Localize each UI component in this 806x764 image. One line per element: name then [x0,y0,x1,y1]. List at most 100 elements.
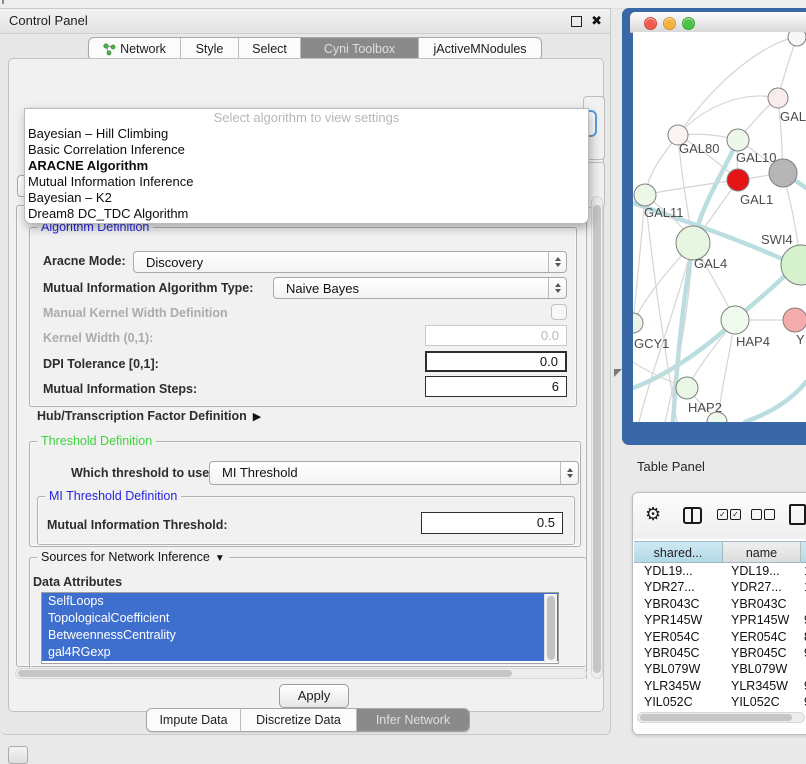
network-node[interactable] [769,159,797,187]
table-hscrollbar-thumb[interactable] [640,714,792,721]
which-threshold-combobox[interactable]: MI Threshold [209,461,579,485]
table-cell: YPR145W [634,612,723,628]
select-all-checkbox-icon[interactable]: ✓ [717,509,728,520]
table-row[interactable]: YER054CYER054C8. [634,629,806,645]
table-row[interactable]: YDL19...YDL19...13 [634,563,806,579]
table-row[interactable]: YBR045CYBR045C9. [634,645,806,661]
tab-infer-network[interactable]: Infer Network [357,709,469,731]
kernel-width-field[interactable]: 0.0 [425,325,567,346]
column-header-name[interactable]: name [723,541,801,563]
column-header-shared-name[interactable]: shared... [634,541,723,563]
table-cell: YPR145W [723,612,801,628]
settings-gear-icon[interactable]: ⚙ [645,504,661,524]
network-node-label: Y [796,332,805,347]
list-scrollbar[interactable] [544,594,557,662]
minimize-traffic-light-icon[interactable] [663,17,676,30]
network-node[interactable] [634,184,656,206]
algorithm-option[interactable]: Mutual Information Inference [25,174,588,190]
data-attribute-item[interactable]: gal4RGexp [42,644,558,661]
network-canvas[interactable]: GALGAL80GAL10GAL1GAL11SWI4GAL4GCY1HAP4YH… [633,32,806,422]
mi-threshold-label: Mutual Information Threshold: [47,518,228,532]
network-edge[interactable] [633,254,806,388]
network-node[interactable] [676,226,710,260]
sources-title[interactable]: Sources for Network Inference▼ [37,550,229,564]
network-node[interactable] [768,88,788,108]
float-window-icon[interactable] [571,16,582,27]
network-node[interactable] [788,32,806,46]
document-icon[interactable] [789,504,806,525]
network-node-label: GAL11 [644,205,684,220]
minimized-panel-button[interactable] [8,746,28,764]
deselect-all-checkbox-icon[interactable] [764,509,775,520]
tab-cyni-toolbox[interactable]: Cyni Toolbox [301,38,419,60]
tab-network-label: Network [120,38,166,60]
mi-threshold-field[interactable]: 0.5 [421,512,563,534]
mi-type-combobox[interactable]: Naive Bayes [273,277,567,299]
tab-jactivemnodules[interactable]: jActiveMNodules [419,38,541,60]
table-hscrollbar[interactable] [637,712,805,723]
table-cell: 9. [801,612,806,628]
apply-button[interactable]: Apply [279,684,349,708]
table-row[interactable]: YIL052CYIL052C9. [634,694,806,710]
which-threshold-value: MI Threshold [222,462,298,484]
network-node[interactable] [727,129,749,151]
select-all-checkbox-icon[interactable]: ✓ [730,509,741,520]
tab-discretize-data[interactable]: Discretize Data [241,709,357,731]
network-node-label: GCY1 [634,336,669,351]
network-node[interactable] [676,377,698,399]
data-attribute-item[interactable]: BetweennessCentrality [42,627,558,644]
zoom-traffic-light-icon[interactable] [682,17,695,30]
table-row[interactable]: YBL079WYBL079W [634,661,806,677]
tab-network[interactable]: Network [89,38,181,60]
data-attributes-list[interactable]: SelfLoopsTopologicalCoefficientBetweenne… [41,592,559,664]
network-node-label: GAL [780,109,806,124]
settings-vscrollbar-thumb[interactable] [593,205,601,673]
tab-infer-network-label: Infer Network [376,709,450,731]
data-attribute-item[interactable]: SelfLoops [42,593,558,610]
algorithm-option[interactable]: Dream8 DC_TDC Algorithm [25,206,588,222]
settings-vscrollbar[interactable] [591,196,603,679]
network-node[interactable] [721,306,749,334]
close-traffic-light-icon[interactable] [644,17,657,30]
settings-hscrollbar-thumb[interactable] [18,670,512,677]
manual-kernel-label: Manual Kernel Width Definition [43,306,228,320]
hub-definition-toggle[interactable]: Hub/Transcription Factor Definition▶ [37,409,261,423]
network-view-window[interactable]: GALGAL80GAL10GAL1GAL11SWI4GAL4GCY1HAP4YH… [622,8,806,445]
deselect-all-checkbox-icon[interactable] [751,509,762,520]
tab-style[interactable]: Style [181,38,239,60]
column-header-partial[interactable] [801,541,806,563]
table-row[interactable]: YBR043CYBR043C [634,596,806,612]
tab-select[interactable]: Select [239,38,301,60]
settings-hscrollbar[interactable] [15,668,587,679]
list-scrollbar-thumb[interactable] [547,596,555,660]
network-icon [103,43,116,56]
network-node[interactable] [727,169,749,191]
mi-steps-field[interactable]: 6 [425,376,567,397]
algorithm-option[interactable]: Bayesian – Hill Climbing [25,126,588,142]
algorithm-option[interactable]: ARACNE Algorithm [25,158,588,174]
table-cell: 9. [801,645,806,661]
tab-impute-data[interactable]: Impute Data [147,709,241,731]
table-row[interactable]: YLR345WYLR345W9. [634,678,806,694]
network-node-label: GAL80 [679,141,719,156]
table-row[interactable]: YPR145WYPR145W9. [634,612,806,628]
close-icon[interactable]: ✖ [591,12,602,30]
algorithm-option[interactable]: Basic Correlation Inference [25,142,588,158]
network-edge[interactable] [645,180,738,195]
data-attribute-item[interactable]: TopologicalCoefficient [42,610,558,627]
table-row[interactable]: YDR27...YDR27...12 [634,579,806,595]
threshold-definition-title: Threshold Definition [37,434,156,448]
table-cell: YDR27... [723,579,801,595]
algorithm-option[interactable]: Bayesian – K2 [25,190,588,206]
dpi-tolerance-field[interactable]: 0.0 [425,351,567,372]
network-node[interactable] [781,245,806,285]
aracne-mode-combobox[interactable]: Discovery [133,251,567,273]
network-node[interactable] [783,308,806,332]
network-window-titlebar[interactable] [630,12,806,33]
table-cell: YIL052C [723,694,801,710]
column-layout-icon[interactable] [683,507,702,524]
network-node[interactable] [633,313,643,333]
manual-kernel-checkbox[interactable] [551,304,567,320]
table-panel-title: Table Panel [637,459,705,474]
network-edge[interactable] [745,382,806,422]
